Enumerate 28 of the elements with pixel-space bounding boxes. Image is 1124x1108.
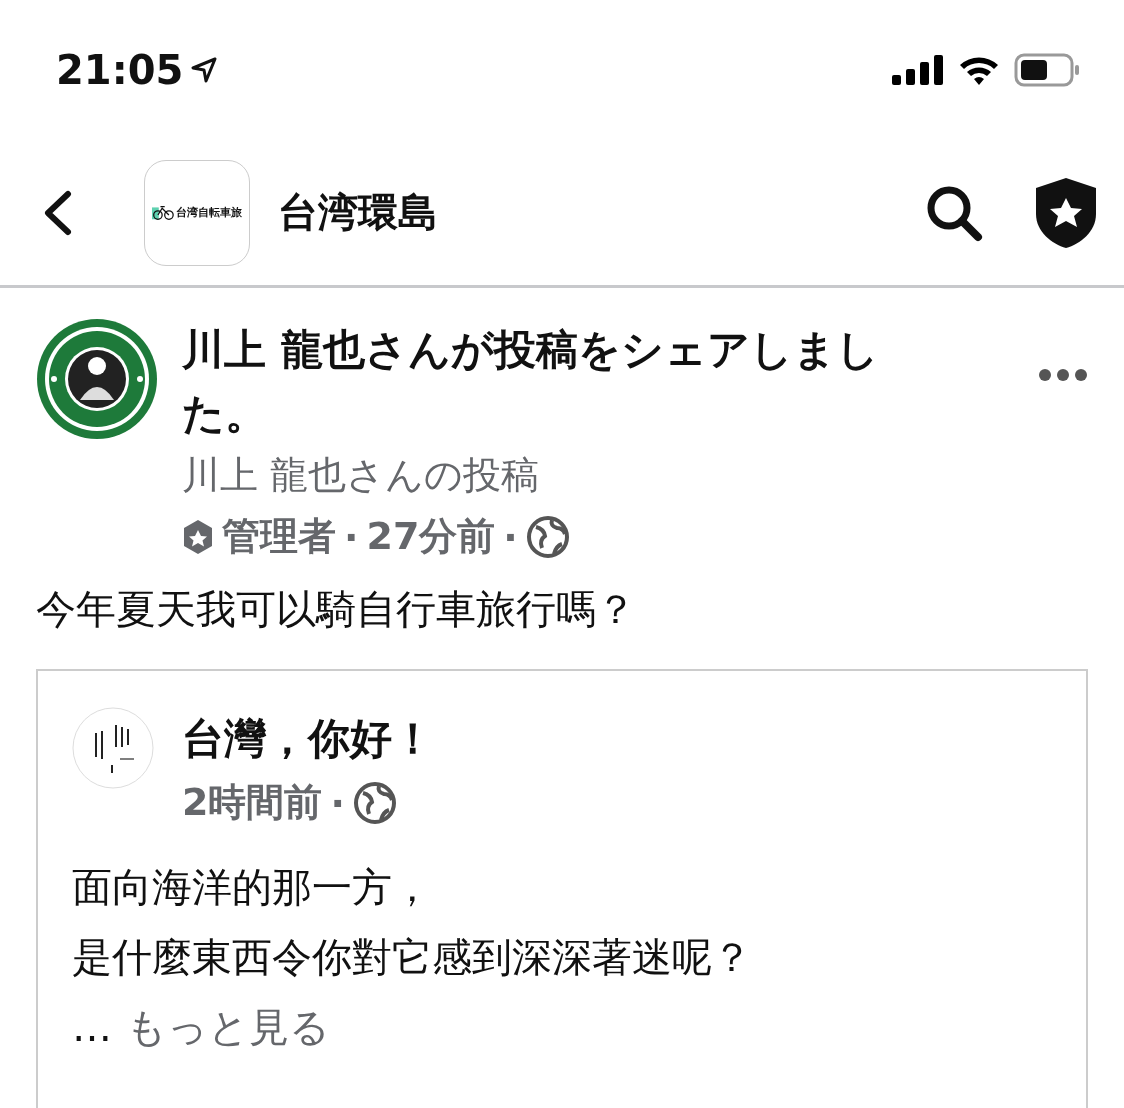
battery-icon bbox=[1014, 53, 1080, 87]
shield-star-icon[interactable] bbox=[1034, 175, 1098, 250]
clock-time: 21:05 bbox=[56, 47, 184, 93]
page-name[interactable]: 台灣，你好！ bbox=[182, 711, 434, 767]
signal-icon bbox=[892, 55, 944, 85]
admin-badge-icon bbox=[182, 518, 214, 555]
bicycle-icon bbox=[152, 204, 174, 221]
original-post-link[interactable]: 川上 龍也さんの投稿 bbox=[182, 450, 962, 501]
logo-text: 台湾自転車旅 bbox=[176, 205, 242, 220]
globe-icon bbox=[352, 780, 397, 825]
post-text-line: 是什麼東西令你對它感到深深著迷呢？ bbox=[72, 933, 753, 982]
post-time[interactable]: 27分前 bbox=[366, 511, 496, 562]
shared-post-card[interactable]: 台灣，你好！ 2時間前 · 面向海洋的那一方， 是什麼東西令你對它感到深深著迷呢？ … もっと見る bbox=[36, 669, 1088, 1108]
ellipsis: … bbox=[72, 1003, 112, 1052]
wifi-icon bbox=[958, 55, 1000, 85]
more-icon[interactable] bbox=[1038, 368, 1088, 382]
separator: · bbox=[503, 514, 518, 559]
separator: · bbox=[330, 780, 345, 825]
post-text: 今年夏天我可以騎自行車旅行嗎？ bbox=[36, 585, 637, 634]
role-label: 管理者 bbox=[222, 513, 336, 560]
post-text-line: 面向海洋的那一方， bbox=[72, 863, 433, 912]
globe-icon bbox=[525, 514, 570, 559]
see-more-link[interactable]: もっと見る bbox=[126, 992, 330, 1062]
group-title: 台湾環島 bbox=[278, 188, 439, 237]
post-title: 川上 龍也さんが投稿をシェアしました。 bbox=[182, 324, 880, 440]
location-arrow-icon bbox=[191, 57, 218, 83]
post-time[interactable]: 2時間前 bbox=[182, 777, 323, 828]
separator: · bbox=[344, 514, 359, 559]
